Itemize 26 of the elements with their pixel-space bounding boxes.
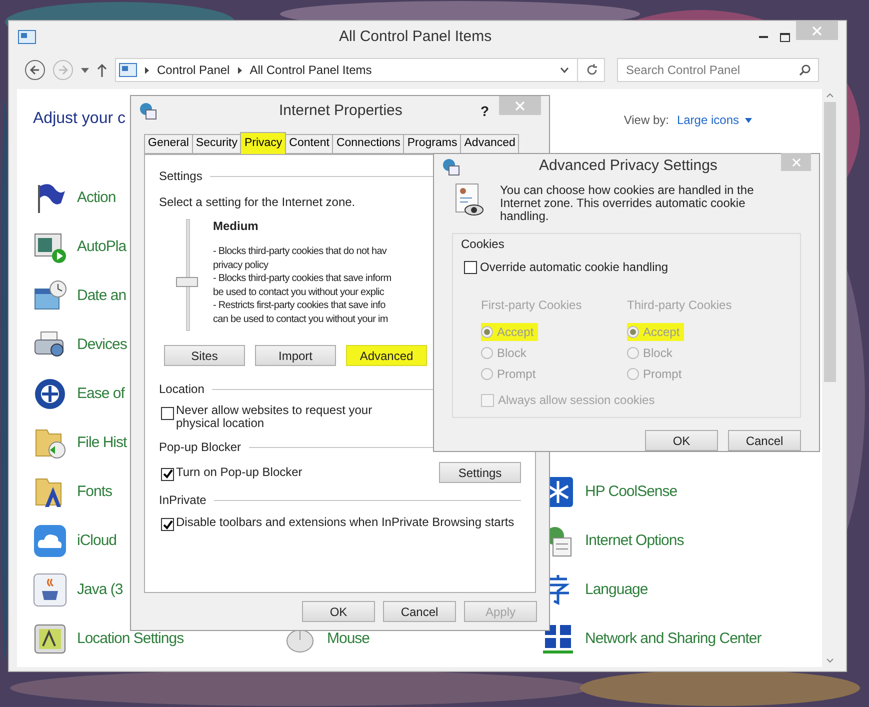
zone-text: Select a setting for the Internet zone. [159,194,356,211]
option-label: Override automatic cookie handling [480,259,668,276]
description-line: privacy policy [213,258,268,272]
level-name: Medium [213,218,260,235]
window-title: All Control Panel Items [339,26,492,47]
dialog-title: Advanced Privacy Settings [539,156,718,176]
group-label: Pop-up Blocker [159,439,242,456]
group-label: InPrivate [159,492,206,509]
group-label: Settings [159,168,202,185]
page-heading: Adjust your c [33,109,126,129]
description-line: - Blocks third-party cookies that save inform [213,272,392,286]
dialog-title: Internet Properties [279,100,402,121]
group-label: Cookies [461,236,506,253]
description-line: - Restricts first-party cookies that save info [213,299,386,312]
option-label: Always allow session cookies [498,392,655,409]
option-label: Turn on Pop-up Blocker [176,464,302,480]
description-line: can be used to contact you without your im [213,312,388,326]
group-label: Location [159,381,204,398]
view-by-label: View by: [624,112,669,129]
column-heading: First-party Cookies [481,297,583,314]
intro-text: You can choose how cookies are handled in the Internet zone. This overrides automatic cookie handling. [500,183,755,223]
column-heading: Third-party Cookies [627,297,733,314]
option-label: Never allow websites to request your physical location [176,404,374,430]
option-label: Disable toolbars and extensions when InPrivate Browsing starts [176,515,514,530]
description-line: - Blocks third-party cookies that do not hav [213,245,387,258]
description-line: be used to contact you without your explic [213,286,384,299]
